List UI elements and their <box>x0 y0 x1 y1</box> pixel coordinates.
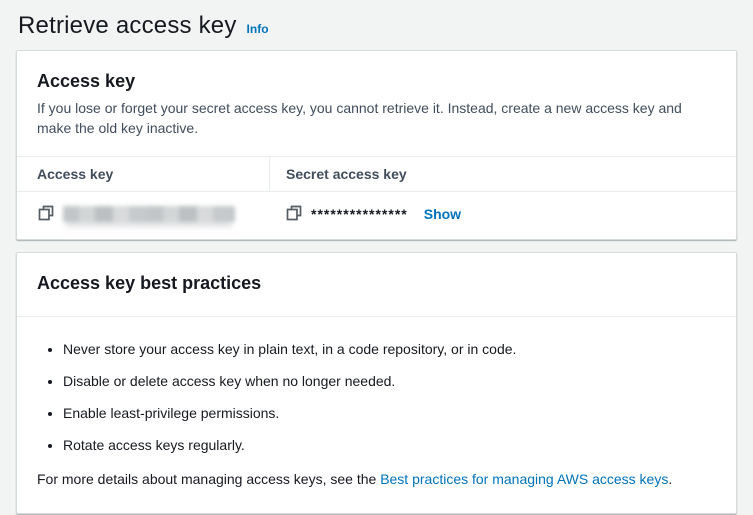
column-header-access-key: Access key <box>37 157 269 191</box>
list-item: Never store your access key in plain tex… <box>63 339 716 359</box>
footer-text-before: For more details about managing access k… <box>37 471 380 487</box>
page-header: Retrieve access key Info <box>16 10 737 50</box>
access-key-card-header: Access key If you lose or forget your se… <box>17 51 736 156</box>
best-practices-card: Access key best practices Never store yo… <box>16 252 737 514</box>
redacted-access-key-value <box>63 206 235 222</box>
list-item: Disable or delete access key when no lon… <box>63 371 716 391</box>
secret-access-key-cell: *************** Show <box>269 205 716 223</box>
list-item: Rotate access keys regularly. <box>63 435 716 455</box>
access-key-card: Access key If you lose or forget your se… <box>16 50 737 240</box>
access-key-cell <box>37 205 269 223</box>
info-link[interactable]: Info <box>247 22 269 36</box>
list-item: Enable least-privilege permissions. <box>63 403 716 423</box>
access-key-card-description: If you lose or forget your secret access… <box>37 98 716 138</box>
column-header-secret-access-key: Secret access key <box>269 157 716 191</box>
retrieve-access-key-page: Retrieve access key Info Access key If y… <box>0 0 753 514</box>
best-practices-footer: For more details about managing access k… <box>37 469 716 489</box>
best-practices-list: Never store your access key in plain tex… <box>37 339 716 455</box>
best-practices-card-header: Access key best practices <box>17 253 736 317</box>
access-key-card-title: Access key <box>37 71 716 92</box>
footer-text-after: . <box>668 471 672 487</box>
copy-secret-key-button[interactable] <box>285 205 303 223</box>
copy-icon <box>38 205 54 224</box>
page-title: Retrieve access key <box>18 12 237 40</box>
copy-icon <box>286 205 302 224</box>
best-practices-link[interactable]: Best practices for managing AWS access k… <box>380 471 668 487</box>
masked-secret-value: *************** <box>311 206 408 222</box>
show-secret-button[interactable]: Show <box>424 206 461 222</box>
table-row: *************** Show <box>17 192 736 239</box>
copy-access-key-button[interactable] <box>37 205 55 223</box>
access-key-table-header: Access key Secret access key <box>17 156 736 192</box>
best-practices-card-body: Never store your access key in plain tex… <box>17 317 736 513</box>
best-practices-card-title: Access key best practices <box>37 273 716 294</box>
